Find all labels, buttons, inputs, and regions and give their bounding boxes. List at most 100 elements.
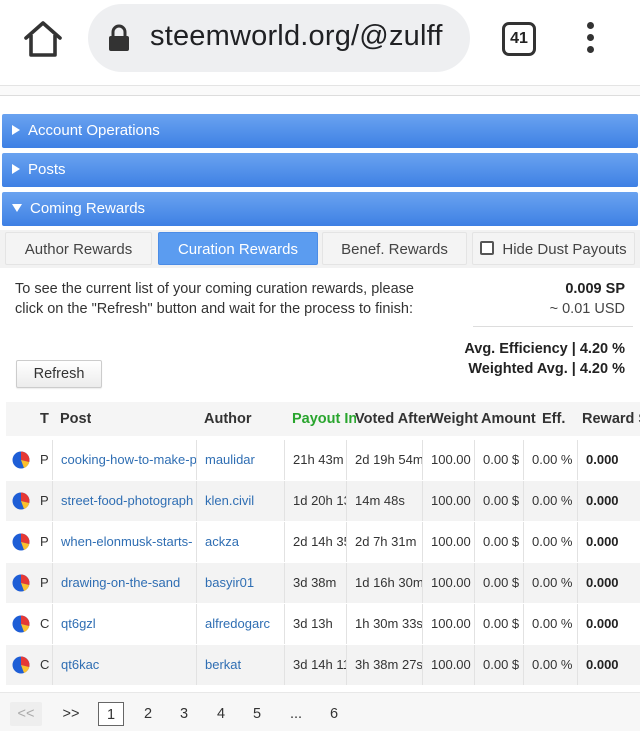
- expand-arrow-icon: [12, 125, 20, 136]
- header-amount[interactable]: Amount: [481, 402, 536, 436]
- cell-weight: 100.00: [422, 563, 474, 603]
- page-2-button[interactable]: 2: [138, 702, 158, 726]
- cell-post-link[interactable]: when-elonmusk-starts-: [52, 522, 198, 562]
- page-next-button[interactable]: >>: [56, 702, 86, 726]
- total-sp: 0.009 SP: [565, 281, 625, 297]
- cell-weight: 100.00: [422, 604, 474, 644]
- cell-weight: 100.00: [422, 645, 474, 685]
- url-text: steemworld.org/@zulff: [150, 20, 443, 52]
- header-weight[interactable]: Weight: [430, 402, 482, 436]
- pie-chart-icon[interactable]: [12, 615, 30, 633]
- cell-weight: 100.00: [422, 440, 474, 480]
- refresh-button[interactable]: Refresh: [16, 360, 102, 388]
- cell-reward: 0.000: [577, 481, 640, 521]
- tab-curation-rewards[interactable]: Curation Rewards: [158, 232, 318, 265]
- table-row: Pstreet-food-photograph klen.civil 1d 20h …: [6, 481, 640, 522]
- checkbox-label: Hide Dust Payouts: [502, 241, 627, 258]
- cell-amount: 0.00 $: [474, 604, 523, 644]
- cell-post-link[interactable]: qt6gzl: [52, 604, 198, 644]
- cell-reward: 0.000: [577, 522, 640, 562]
- home-icon[interactable]: [22, 18, 64, 60]
- page-5-button[interactable]: 5: [247, 702, 267, 726]
- rewards-tab-bar: Author Rewards Curation Rewards Benef. R…: [0, 230, 640, 268]
- cell-eff: 0.00 %: [523, 645, 577, 685]
- page-1-button[interactable]: 1: [98, 702, 124, 726]
- pie-chart-icon[interactable]: [12, 533, 30, 551]
- cell-eff: 0.00 %: [523, 522, 577, 562]
- cell-author-link[interactable]: ackza: [196, 522, 284, 562]
- cell-eff: 0.00 %: [523, 563, 577, 603]
- cell-author-link[interactable]: klen.civil: [196, 481, 284, 521]
- cell-reward: 0.000: [577, 563, 640, 603]
- page-4-button[interactable]: 4: [211, 702, 231, 726]
- cell-voted-after: 1d 16h 30m: [346, 563, 422, 603]
- cell-author-link[interactable]: maulidar: [196, 440, 284, 480]
- cell-post-link[interactable]: cooking-how-to-make-p: [52, 440, 198, 480]
- header-reward[interactable]: Reward S: [582, 402, 640, 436]
- cell-eff: 0.00 %: [523, 604, 577, 644]
- cell-weight: 100.00: [422, 522, 474, 562]
- header-post[interactable]: Post: [60, 402, 91, 436]
- page-6-button[interactable]: 6: [324, 702, 344, 726]
- section-posts[interactable]: Posts: [2, 153, 638, 187]
- cell-reward: 0.000: [577, 645, 640, 685]
- cell-author-link[interactable]: basyir01: [196, 563, 284, 603]
- table-row: Pdrawing-on-the-sand basyir01 3d 38m 1d 16h…: [6, 563, 640, 604]
- summary-divider: [473, 326, 633, 327]
- lock-icon: [109, 24, 129, 51]
- cell-reward: 0.000: [577, 440, 640, 480]
- cell-author-link[interactable]: berkat: [196, 645, 284, 685]
- cell-voted-after: 2d 19h 54m: [346, 440, 422, 480]
- cell-payout-in: 3d 14h 11: [284, 645, 346, 685]
- cell-payout-in: 21h 43m: [284, 440, 346, 480]
- cell-post-link[interactable]: street-food-photograph: [52, 481, 198, 521]
- cell-weight: 100.00: [422, 481, 474, 521]
- header-eff[interactable]: Eff.: [542, 402, 565, 436]
- cell-amount: 0.00 $: [474, 440, 523, 480]
- cell-author-link[interactable]: alfredogarc: [196, 604, 284, 644]
- table-row: Pwhen-elonmusk-starts-ackza 2d 14h 35 2d 7…: [6, 522, 640, 563]
- address-bar[interactable]: steemworld.org/@zulff: [88, 4, 470, 72]
- tab-switcher-button[interactable]: 41: [502, 22, 536, 56]
- cell-payout-in: 3d 38m: [284, 563, 346, 603]
- overflow-menu-icon[interactable]: [580, 22, 600, 56]
- cell-amount: 0.00 $: [474, 563, 523, 603]
- header-author[interactable]: Author: [204, 402, 252, 436]
- cell-post-link[interactable]: qt6kac: [52, 645, 198, 685]
- checkbox-icon[interactable]: [480, 241, 495, 256]
- expand-arrow-icon: [12, 164, 20, 175]
- avg-efficiency: Avg. Efficiency | 4.20 %: [464, 341, 625, 357]
- header-payout-in[interactable]: Payout In: [292, 402, 356, 436]
- section-label: Account Operations: [28, 122, 160, 139]
- hide-dust-payouts-checkbox[interactable]: Hide Dust Payouts: [472, 232, 635, 265]
- page-content: Account Operations Posts Coming Rewards …: [0, 86, 640, 731]
- collapse-arrow-icon: [12, 204, 22, 213]
- cell-reward: 0.000: [577, 604, 640, 644]
- cell-payout-in: 2d 14h 35: [284, 522, 346, 562]
- cell-payout-in: 1d 20h 13: [284, 481, 346, 521]
- pie-chart-icon[interactable]: [12, 656, 30, 674]
- table-header: T Post Author Payout In Voted After Weig…: [6, 402, 640, 436]
- pagination: << >> 1 2 3 4 5 ... 6: [0, 692, 640, 731]
- pie-chart-icon[interactable]: [12, 451, 30, 469]
- page-3-button[interactable]: 3: [174, 702, 194, 726]
- top-divider: [0, 86, 640, 96]
- cell-post-link[interactable]: drawing-on-the-sand: [52, 563, 198, 603]
- tab-author-rewards[interactable]: Author Rewards: [5, 232, 152, 265]
- cell-amount: 0.00 $: [474, 645, 523, 685]
- section-account-operations[interactable]: Account Operations: [2, 114, 638, 148]
- section-label: Coming Rewards: [30, 200, 146, 217]
- page-first-button[interactable]: <<: [10, 702, 42, 726]
- header-voted-after[interactable]: Voted After: [355, 402, 431, 436]
- table-row: Pcooking-how-to-make-p maulidar 21h 43m 2d …: [6, 440, 640, 481]
- tab-benef-rewards[interactable]: Benef. Rewards: [322, 232, 467, 265]
- pie-chart-icon[interactable]: [12, 574, 30, 592]
- cell-voted-after: 1h 30m 33s: [346, 604, 422, 644]
- header-type[interactable]: T: [40, 402, 49, 436]
- section-coming-rewards[interactable]: Coming Rewards: [2, 192, 638, 226]
- cell-voted-after: 14m 48s: [346, 481, 422, 521]
- browser-toolbar: steemworld.org/@zulff 41: [0, 0, 640, 86]
- efficiency-summary: Avg. Efficiency | 4.20 % Weighted Avg. |…: [464, 340, 625, 379]
- section-label: Posts: [28, 161, 66, 178]
- pie-chart-icon[interactable]: [12, 492, 30, 510]
